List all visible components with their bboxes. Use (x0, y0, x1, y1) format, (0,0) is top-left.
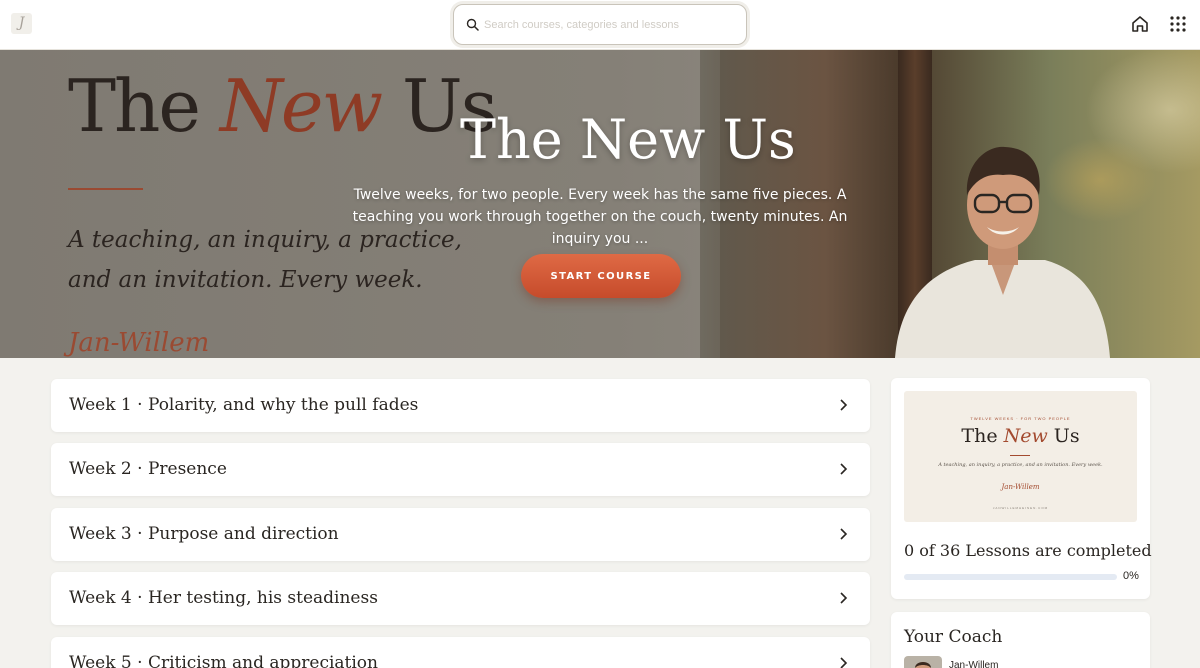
search-icon (466, 18, 479, 31)
coach-avatar[interactable] (904, 656, 942, 668)
hero-description: Twelve weeks, for two people. Every week… (352, 187, 848, 247)
coach-name: Jan-Willem (949, 660, 999, 668)
course-progress-card: TWELVE WEEKS · FOR TWO PEOPLE The New Us… (891, 378, 1152, 599)
week-label: Week 2 · Presence (69, 459, 227, 479)
progress-bar (904, 574, 1117, 580)
lessons-completed-text: 0 of 36 Lessons are completed (904, 541, 1152, 560)
search-box[interactable] (453, 4, 747, 45)
progress-percent: 0% (1123, 570, 1139, 582)
thumbnail-tagline: A teaching, an inquiry, a practice, and … (938, 462, 1103, 468)
chevron-right-icon (840, 528, 848, 540)
week-item-1[interactable]: Week 1 · Polarity, and why the pull fade… (51, 379, 870, 432)
start-course-button[interactable]: START COURSE (521, 254, 681, 298)
week-label: Week 5 · Criticism and appreciation (69, 653, 378, 668)
course-hero: The New Us A teaching, an inquiry, a pra… (0, 50, 1200, 358)
week-item-3[interactable]: Week 3 · Purpose and direction (51, 508, 870, 561)
course-thumbnail[interactable]: TWELVE WEEKS · FOR TWO PEOPLE The New Us… (904, 391, 1137, 522)
chevron-right-icon (840, 657, 848, 668)
top-bar: J (0, 0, 1200, 50)
brand-logo[interactable]: J (11, 13, 32, 34)
hero-title: The New Us (460, 108, 796, 171)
week-label: Week 1 · Polarity, and why the pull fade… (69, 395, 419, 415)
week-label: Week 3 · Purpose and direction (69, 524, 339, 544)
week-label: Week 4 · Her testing, his steadiness (69, 588, 378, 608)
search-input[interactable] (484, 18, 724, 31)
thumbnail-divider (1010, 455, 1030, 456)
thumbnail-signature: Jan-Willem (1001, 483, 1040, 491)
chevron-right-icon (840, 592, 848, 604)
coach-portrait (895, 146, 1110, 358)
cover-divider (68, 188, 143, 190)
week-item-5[interactable]: Week 5 · Criticism and appreciation (51, 637, 870, 668)
week-item-2[interactable]: Week 2 · Presence (51, 443, 870, 496)
cover-title: The New Us (68, 64, 498, 148)
chevron-right-icon (840, 399, 848, 411)
coach-card: Your Coach Jan-Willem (891, 612, 1150, 668)
thumbnail-title: The New Us (961, 425, 1080, 447)
chevron-right-icon (840, 463, 848, 475)
thumbnail-url: JANWILLEMHEINEN.COM (992, 506, 1049, 510)
thumbnail-kicker: TWELVE WEEKS · FOR TWO PEOPLE (970, 416, 1071, 421)
apps-grid-icon[interactable] (1168, 14, 1188, 34)
coach-heading: Your Coach (904, 627, 1003, 647)
cover-signature: Jan-Willem (68, 328, 210, 358)
week-item-4[interactable]: Week 4 · Her testing, his steadiness (51, 572, 870, 625)
home-icon[interactable] (1130, 14, 1150, 34)
